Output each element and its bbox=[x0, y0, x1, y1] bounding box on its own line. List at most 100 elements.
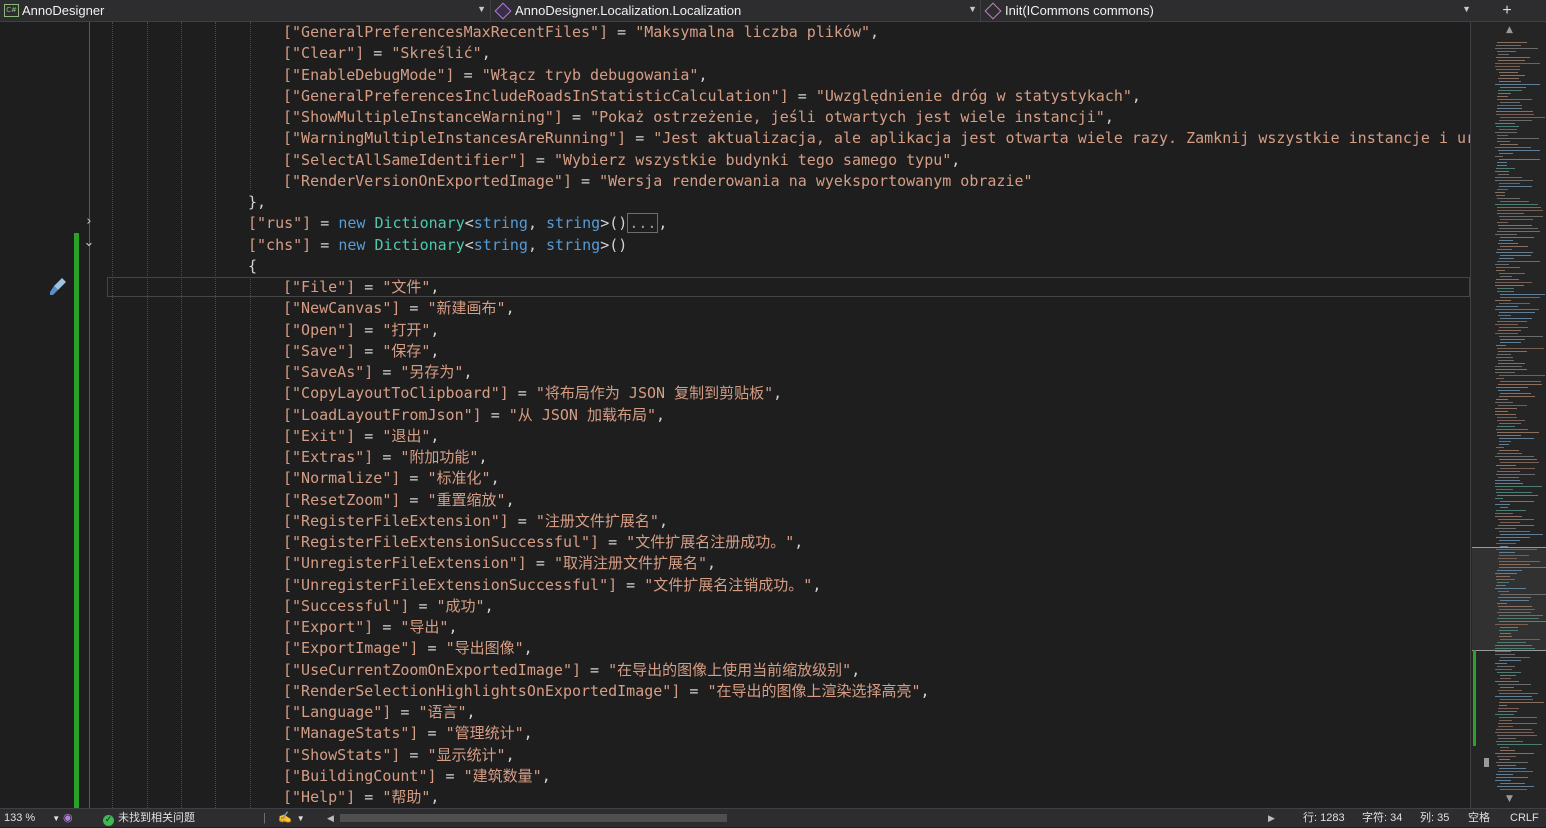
minimap-line bbox=[1498, 591, 1509, 592]
code-line[interactable]: ["ShowStats"] = "显示统计", bbox=[283, 745, 515, 766]
code-line[interactable]: ["Help"] = "帮助", bbox=[283, 787, 439, 808]
code-line[interactable]: ["RenderVersionOnExportedImage"] = "Wers… bbox=[283, 171, 1033, 192]
minimap-line bbox=[1496, 69, 1520, 70]
minimap-line bbox=[1499, 258, 1514, 259]
code-editor[interactable]: › ⌄ ["GeneralPreferencesMaxRecentFiles"]… bbox=[0, 22, 1470, 808]
code-line[interactable]: ["Exit"] = "退出", bbox=[283, 426, 439, 447]
code-line[interactable]: ["Normalize"] = "标准化", bbox=[283, 468, 500, 489]
minimap-line bbox=[1500, 75, 1525, 76]
code-line[interactable]: { bbox=[248, 256, 257, 277]
issues-indicator[interactable]: ✓ 未找到相关问题 bbox=[103, 809, 195, 827]
code-token: , bbox=[430, 320, 440, 339]
split-window-button[interactable]: + bbox=[1494, 1, 1520, 21]
minimap-line bbox=[1497, 198, 1520, 199]
code-line[interactable]: ["WarningMultipleInstancesAreRunning"] =… bbox=[283, 128, 1470, 149]
scroll-left-icon[interactable]: ◀ bbox=[327, 809, 334, 827]
minimap-line bbox=[1500, 678, 1511, 679]
code-line[interactable]: ["Save"] = "保存", bbox=[283, 341, 439, 362]
code-line[interactable]: ["GeneralPreferencesIncludeRoadsInStatis… bbox=[283, 86, 1141, 107]
paintbrush-icon[interactable] bbox=[47, 275, 69, 297]
horizontal-scrollbar[interactable] bbox=[340, 814, 1265, 822]
expand-icon[interactable]: › bbox=[83, 215, 95, 228]
line-number[interactable]: 行: 1283 bbox=[1303, 809, 1345, 827]
scroll-up-icon[interactable]: ▲ bbox=[1506, 25, 1513, 35]
code-line[interactable]: ["rus"] = new Dictionary<string, string>… bbox=[248, 213, 667, 234]
copilot-icon[interactable]: ◉ bbox=[63, 809, 73, 827]
code-line[interactable]: ["SaveAs"] = "另存为", bbox=[283, 362, 473, 383]
code-token: "打开" bbox=[382, 320, 431, 339]
vertical-scrollbar-map[interactable]: ▲ ▼ bbox=[1470, 22, 1546, 808]
type-dropdown[interactable]: AnnoDesigner.Localization.Localization ▼ bbox=[490, 0, 981, 21]
code-line[interactable]: ["LoadLayoutFromJson"] = "从 JSON 加载布局", bbox=[283, 405, 665, 426]
minimap-line bbox=[1499, 129, 1517, 130]
code-line[interactable]: ["chs"] = new Dictionary<string, string>… bbox=[248, 235, 627, 256]
code-line[interactable]: ["BuildingCount"] = "建筑数量", bbox=[283, 766, 551, 787]
code-line[interactable]: ["Extras"] = "附加功能", bbox=[283, 447, 488, 468]
char-position[interactable]: 字符: 34 bbox=[1362, 809, 1402, 827]
member-dropdown[interactable]: Init(ICommons commons) ▼ bbox=[980, 0, 1475, 21]
scroll-position-marker bbox=[1484, 758, 1489, 767]
line-ending[interactable]: CRLF bbox=[1510, 809, 1539, 827]
code-line[interactable]: ["UnregisterFileExtensionSuccessful"] = … bbox=[283, 575, 821, 596]
code-line[interactable]: ["Clear"] = "Skreślić", bbox=[283, 43, 491, 64]
code-line[interactable]: ["Export"] = "导出", bbox=[283, 617, 458, 638]
minimap-line bbox=[1499, 153, 1513, 154]
code-line[interactable]: }, bbox=[248, 192, 266, 213]
code-token: , bbox=[505, 299, 515, 318]
minimap-line bbox=[1496, 549, 1537, 550]
minimap-line bbox=[1500, 657, 1530, 658]
code-line[interactable]: ["SelectAllSameIdentifier"] = "Wybierz w… bbox=[283, 150, 960, 171]
minimap-line bbox=[1500, 468, 1535, 469]
code-line[interactable]: ["EnableDebugMode"] = "Włącz tryb debugo… bbox=[283, 65, 707, 86]
project-dropdown[interactable]: C# AnnoDesigner ▼ bbox=[0, 0, 490, 21]
code-line[interactable]: ["CopyLayoutToClipboard"] = "将布局作为 JSON … bbox=[283, 383, 782, 404]
scroll-down-icon[interactable]: ▼ bbox=[1506, 794, 1513, 804]
minimap-line bbox=[1499, 336, 1543, 337]
minimap-line bbox=[1500, 522, 1520, 523]
code-token: , bbox=[481, 44, 491, 63]
minimap-line bbox=[1499, 159, 1540, 160]
minimap-line bbox=[1498, 525, 1534, 526]
minimap-line bbox=[1499, 186, 1532, 187]
code-line[interactable]: ["UseCurrentZoomOnExportedImage"] = "在导出… bbox=[283, 660, 860, 681]
code-line[interactable]: ["Open"] = "打开", bbox=[283, 320, 439, 341]
minimap-line bbox=[1499, 555, 1529, 556]
code-token: ["RenderSelectionHighlightsOnExportedIma… bbox=[283, 681, 681, 700]
code-line[interactable]: ["RegisterFileExtensionSuccessful"] = "文… bbox=[283, 532, 803, 553]
code-line[interactable]: ["Successful"] = "成功", bbox=[283, 596, 494, 617]
code-token: ["LoadLayoutFromJson"] bbox=[283, 405, 482, 424]
minimap-line bbox=[1498, 174, 1509, 175]
minimap-line bbox=[1497, 51, 1516, 52]
code-line[interactable]: ["RegisterFileExtension"] = "注册文件扩展名", bbox=[283, 511, 668, 532]
code-cleanup-button[interactable]: ✍ ▼ bbox=[278, 809, 305, 827]
collapsed-region[interactable]: ... bbox=[627, 213, 659, 234]
code-line[interactable]: ["RenderSelectionHighlightsOnExportedIma… bbox=[283, 681, 930, 702]
column-number[interactable]: 列: 35 bbox=[1420, 809, 1449, 827]
code-line[interactable]: ["GeneralPreferencesMaxRecentFiles"] = "… bbox=[283, 22, 879, 43]
code-line[interactable]: ["ExportImage"] = "导出图像", bbox=[283, 638, 533, 659]
minimap-line bbox=[1500, 219, 1533, 220]
code-line[interactable]: ["UnregisterFileExtension"] = "取消注册文件扩展名… bbox=[283, 553, 716, 574]
minimap-line bbox=[1496, 492, 1532, 493]
horizontal-scroll-thumb[interactable] bbox=[340, 814, 727, 822]
code-line[interactable]: ["File"] = "文件", bbox=[283, 277, 439, 298]
code-line[interactable]: ["ManageStats"] = "管理统计", bbox=[283, 723, 533, 744]
code-token: "成功" bbox=[436, 596, 485, 615]
minimap-line bbox=[1497, 138, 1539, 139]
minimap-line bbox=[1500, 501, 1534, 502]
code-line[interactable]: ["ShowMultipleInstanceWarning"] = "Pokaż… bbox=[283, 107, 1114, 128]
collapse-icon[interactable]: ⌄ bbox=[83, 236, 95, 249]
minimap-line bbox=[1499, 630, 1518, 631]
code-token: = bbox=[508, 511, 536, 530]
minimap-line bbox=[1499, 636, 1512, 637]
zoom-dropdown[interactable]: 133 % ▼ bbox=[4, 809, 60, 827]
minimap-line bbox=[1498, 78, 1519, 79]
code-token: new bbox=[338, 214, 366, 233]
code-line[interactable]: ["ResetZoom"] = "重置缩放", bbox=[283, 490, 515, 511]
scroll-right-icon[interactable]: ▶ bbox=[1268, 809, 1275, 827]
code-token: = bbox=[311, 214, 339, 233]
code-line[interactable]: ["Language"] = "语言", bbox=[283, 702, 476, 723]
whitespace-mode[interactable]: 空格 bbox=[1468, 809, 1490, 827]
method-icon bbox=[984, 2, 1002, 19]
code-line[interactable]: ["NewCanvas"] = "新建画布", bbox=[283, 298, 515, 319]
